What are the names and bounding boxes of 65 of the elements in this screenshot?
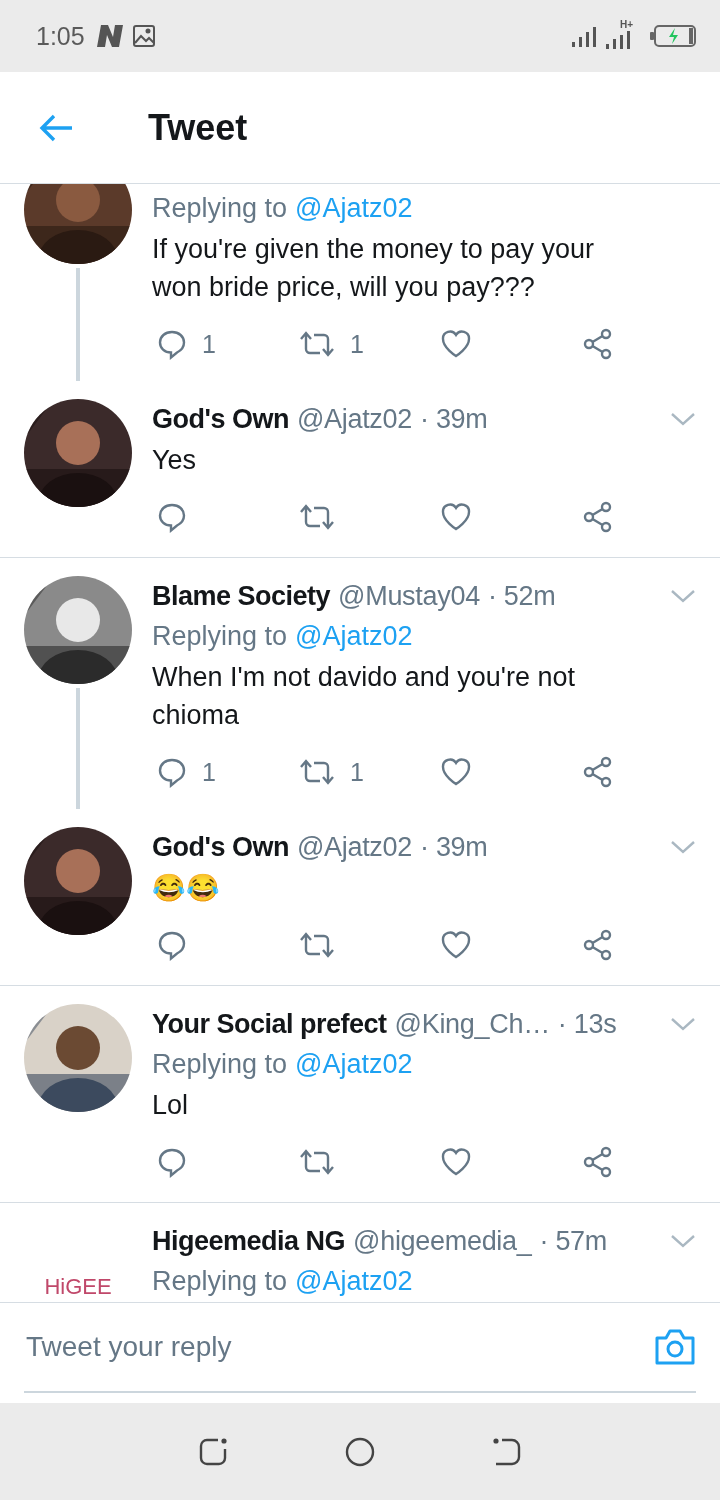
home-button[interactable] [345,1436,375,1467]
retweet-icon [298,329,336,359]
reply-icon [156,756,188,788]
recents-button[interactable] [198,1436,229,1467]
share-icon [582,756,614,788]
user-name: Higeemedia NG [152,1225,346,1257]
user-handle: @Mustay04 [338,580,480,612]
tweet-time: · 13s [557,1008,617,1040]
reply-icon [156,501,188,533]
image-icon [132,25,155,47]
heart-icon [440,502,472,532]
tweet-time: · 39m [420,403,488,435]
retweet-icon [298,502,336,532]
user-name: Your Social prefect [152,1008,387,1040]
share-icon [582,328,614,360]
user-handle: @higeemedia_ [353,1225,532,1257]
share-icon [582,1146,614,1178]
share-icon [582,501,614,533]
status-time: 1:05 [36,21,85,51]
tweet-text: When I'm not davido and you're not chioma [152,661,577,732]
signal-icon [572,25,598,47]
reply-icon [156,328,188,360]
tweet-time: · 39m [420,831,488,863]
reply-button[interactable]: 1 [152,756,220,788]
mention-link[interactable]: @Ajatz02 [295,620,413,652]
mention-link[interactable]: @Ajatz02 [295,1265,413,1297]
reply-icon [156,929,188,961]
replying-to-label: Replying to [152,1265,288,1297]
signal-icon [606,31,632,49]
tweet-time: · 52m [487,580,556,612]
heart-icon [440,930,472,960]
retweet-button[interactable]: 1 [294,757,368,787]
user-name: God's Own [152,831,289,863]
n-logo-icon [96,25,125,47]
reply-button[interactable]: 1 [152,328,220,360]
retweet-button[interactable]: 1 [294,329,368,359]
retweet-icon [298,757,336,787]
tweet-text: Yes [152,444,198,477]
replying-to-label: Replying to [152,1048,288,1080]
user-handle: @King_Ch… [394,1008,550,1040]
user-name: God's Own [152,403,289,435]
page-title: Tweet [148,106,248,149]
reply-icon [156,1146,188,1178]
replying-to-label: Replying to [152,620,288,652]
tweet-time: · 57m [539,1225,608,1257]
back-nav-button[interactable] [491,1436,522,1467]
tweet-text: 😂😂 [152,872,221,905]
heart-icon [440,329,472,359]
user-handle: @Ajatz02 [296,831,412,863]
mention-link[interactable]: @Ajatz02 [295,192,413,224]
tweet-text: If you're given the money to pay your won bride price, will you pay??? [152,233,595,304]
retweet-icon [298,1147,336,1177]
logo-text: HiGEE [44,1274,112,1300]
share-icon [582,929,614,961]
retweet-icon [298,930,336,960]
tweet-text: Lol [152,1089,190,1122]
user-name: Blame Society [152,580,331,612]
mention-link[interactable]: @Ajatz02 [295,1048,413,1080]
network-type: H+ [620,19,634,30]
heart-icon [440,757,472,787]
heart-icon [440,1147,472,1177]
camera-button[interactable] [654,1328,696,1366]
user-handle: @Ajatz02 [296,403,412,435]
replying-to-label: Replying to [152,192,288,224]
battery-charging-icon [650,25,696,47]
